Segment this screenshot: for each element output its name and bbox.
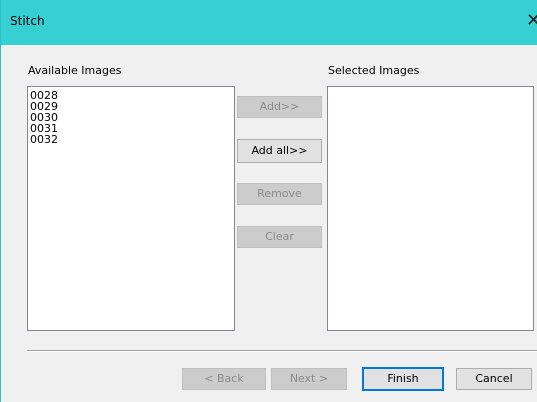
cancel-button[interactable]: Cancel — [456, 368, 532, 390]
clear-button[interactable]: Clear — [237, 226, 322, 248]
available-images-list[interactable]: 0028 0029 0030 0031 0032 — [27, 86, 235, 331]
back-button[interactable]: < Back — [182, 368, 266, 390]
title-bar[interactable]: Stitch ✕ — [1, 0, 537, 45]
list-item[interactable]: 0030 — [28, 112, 234, 123]
list-item[interactable]: 0028 — [28, 90, 234, 101]
list-item[interactable]: 0032 — [28, 134, 234, 145]
finish-button[interactable]: Finish — [362, 367, 444, 391]
remove-button[interactable]: Remove — [237, 183, 322, 205]
footer-separator — [27, 350, 537, 352]
dialog-title: Stitch — [10, 14, 45, 28]
list-item[interactable]: 0029 — [28, 101, 234, 112]
add-all-button[interactable]: Add all>> — [237, 139, 322, 163]
selected-images-label: Selected Images — [328, 64, 420, 77]
next-button[interactable]: Next > — [271, 368, 347, 390]
list-item[interactable]: 0031 — [28, 123, 234, 134]
add-button[interactable]: Add>> — [237, 96, 322, 118]
stitch-dialog: Stitch ✕ Available Images Selected Image… — [0, 0, 537, 402]
selected-images-list[interactable] — [327, 86, 534, 331]
available-images-label: Available Images — [28, 64, 122, 77]
close-icon[interactable]: ✕ — [526, 10, 537, 32]
